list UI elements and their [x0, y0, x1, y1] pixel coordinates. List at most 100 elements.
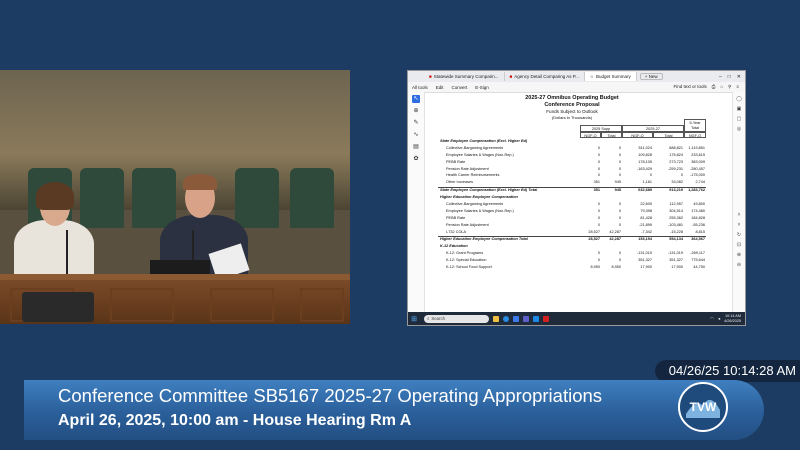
row-label: PEBB Rate: [446, 159, 466, 164]
word-icon[interactable]: [533, 315, 539, 322]
toolbar-esign[interactable]: E-Sign: [475, 85, 489, 90]
cell-value: 383,009: [691, 159, 705, 164]
page-down-icon[interactable]: ˅: [736, 222, 742, 228]
file-explorer-icon[interactable]: [493, 315, 499, 322]
desk-panel: [210, 288, 274, 322]
cell-value: 33,082: [671, 180, 683, 185]
comment-icon[interactable]: ◯: [736, 96, 742, 102]
cell-value: 112,957: [669, 202, 683, 207]
cell-value: 49,800: [693, 202, 705, 207]
cell-value: 0: [597, 222, 600, 227]
cell-value: 178,105: [638, 159, 652, 164]
row-label: Other Increases: [446, 180, 474, 185]
cell-value: -269,117: [690, 251, 705, 256]
document-subtitle: Conference Proposal: [544, 102, 600, 108]
cell-value: 351: [593, 188, 600, 193]
text-select-icon[interactable]: ▤: [412, 143, 420, 151]
fit-page-icon[interactable]: ⊡: [736, 242, 742, 248]
cell-value: 1,119,851: [688, 145, 705, 150]
header-2025-27: 2025-27: [622, 125, 684, 132]
tab-statewide-summary[interactable]: ■ Statewide Summary Comparin...: [424, 72, 505, 81]
cell-value: 0: [618, 166, 621, 171]
table-row: PEBB Rate 0 0 178,105 273,723 383,009: [438, 160, 706, 167]
window-controls: – □ ✕: [719, 74, 745, 80]
teams-icon[interactable]: [523, 315, 529, 322]
zoom-out-icon[interactable]: ⊖: [736, 262, 742, 268]
pdf-page: 2025-27 Omnibus Operating Budget Confere…: [438, 95, 706, 269]
document-title: 2025-27 Omnibus Operating Budget: [525, 95, 619, 101]
refresh-icon[interactable]: ↻: [736, 232, 742, 238]
cell-value: 351: [593, 180, 600, 185]
cell-value: 0: [618, 251, 621, 256]
table-row: Other Increases 351 945 1,161 33,082 2,744: [438, 180, 706, 187]
link-icon[interactable]: ⚲: [728, 84, 731, 90]
taskbar-clock[interactable]: 10:14 AM 4/26/2025: [724, 314, 741, 324]
minimize-icon[interactable]: –: [719, 74, 722, 80]
row-label: K-12: School Food Support: [446, 265, 492, 270]
pages-icon[interactable]: ▢: [736, 116, 742, 122]
taskbar-search[interactable]: ⌕ Search: [424, 314, 489, 323]
close-icon[interactable]: ✕: [737, 74, 741, 80]
table-row: Pension Rate Adjustment 0 0 -21,899 -103,481…: [438, 223, 706, 230]
wifi-icon[interactable]: ◠: [710, 316, 714, 322]
print-icon[interactable]: ⌂: [720, 84, 723, 90]
windows-start-icon[interactable]: ⊞: [408, 315, 420, 323]
volume-icon[interactable]: ◂: [718, 316, 720, 322]
desk-panel: [300, 288, 344, 322]
cell-value: 8,950: [611, 265, 621, 270]
toolbar-convert[interactable]: Convert: [452, 85, 468, 90]
cell-value: 0: [597, 159, 600, 164]
page-up-icon[interactable]: ˄: [736, 212, 742, 218]
new-tab-button[interactable]: + New: [639, 73, 663, 80]
toolbar-edit[interactable]: Edit: [436, 85, 444, 90]
broadcast-timestamp: 04/26/25 10:14:28 AM: [668, 363, 796, 378]
save-icon[interactable]: ⎙: [712, 84, 716, 90]
cell-value: 0: [618, 208, 621, 213]
zoom-icon[interactable]: ⊕: [412, 107, 420, 115]
cell-value: 632,689: [638, 188, 652, 193]
acrobat-icon[interactable]: [543, 315, 549, 322]
table-row: Employee Salaries & Wages (Non-Rep.) 0 0 79…: [438, 209, 706, 216]
bookmark-icon[interactable]: ▣: [736, 106, 742, 112]
cell-value: 913,219: [669, 188, 683, 193]
outlook-icon[interactable]: [513, 315, 519, 322]
cell-value: 17,900: [640, 265, 652, 270]
edge-icon[interactable]: [503, 315, 509, 322]
cell-value: 273,723: [669, 159, 683, 164]
cell-value: -103,481: [668, 222, 683, 227]
layers-icon[interactable]: ◎: [736, 126, 742, 132]
stamp-icon[interactable]: ✿: [412, 155, 420, 163]
hearing-camera-feed: [0, 70, 350, 324]
cell-value: -280,457: [690, 166, 705, 171]
tab-budget-summary[interactable]: ☆ Budget Summary: [584, 72, 637, 81]
zoom-in-icon[interactable]: ⊕: [736, 252, 742, 258]
total-row: State Employee Compensation (Excl. Highe…: [438, 187, 706, 195]
cell-value: 0: [680, 173, 683, 178]
maximize-icon[interactable]: □: [728, 74, 731, 80]
select-cursor-icon[interactable]: ↖: [412, 95, 420, 103]
cell-value: 28,527: [588, 237, 600, 242]
conference-phone: [22, 292, 94, 322]
cell-value: 511,024: [638, 145, 652, 150]
cell-value: -21,899: [639, 222, 652, 227]
row-label: State Employee Compensation (Excl. Highe…: [440, 188, 538, 193]
tab-agency-detail[interactable]: ■ Agency Detail Comparing As P...: [505, 72, 585, 81]
toolbar-all-tools[interactable]: All tools: [412, 85, 428, 90]
row-label: K-12 Education: [440, 244, 468, 249]
cell-value: 174,480: [691, 208, 705, 213]
find-text-field[interactable]: Find text or tools: [673, 84, 706, 90]
tvw-logo-text: TVW: [690, 400, 717, 414]
cell-value: 0: [597, 208, 600, 213]
screen-share: ■ Statewide Summary Comparin... ■ Agency…: [407, 70, 746, 326]
system-tray: ◠ ◂ 10:14 AM 4/26/2025: [710, 314, 745, 324]
cell-value: 351,327: [638, 258, 652, 263]
clock-time: 10:14 AM: [724, 313, 741, 318]
cell-value: 351,327: [669, 258, 683, 263]
table-row: K-12: Grant Programs 0 0 -131,019 -131,019 -2…: [438, 251, 706, 258]
cell-value: 0: [597, 152, 600, 157]
audience-chair: [132, 168, 176, 228]
menu-icon[interactable]: ≡: [736, 84, 739, 90]
draw-icon[interactable]: ∿: [412, 131, 420, 139]
col-header: NGF-O: [684, 132, 706, 138]
pen-icon[interactable]: ✎: [412, 119, 420, 127]
